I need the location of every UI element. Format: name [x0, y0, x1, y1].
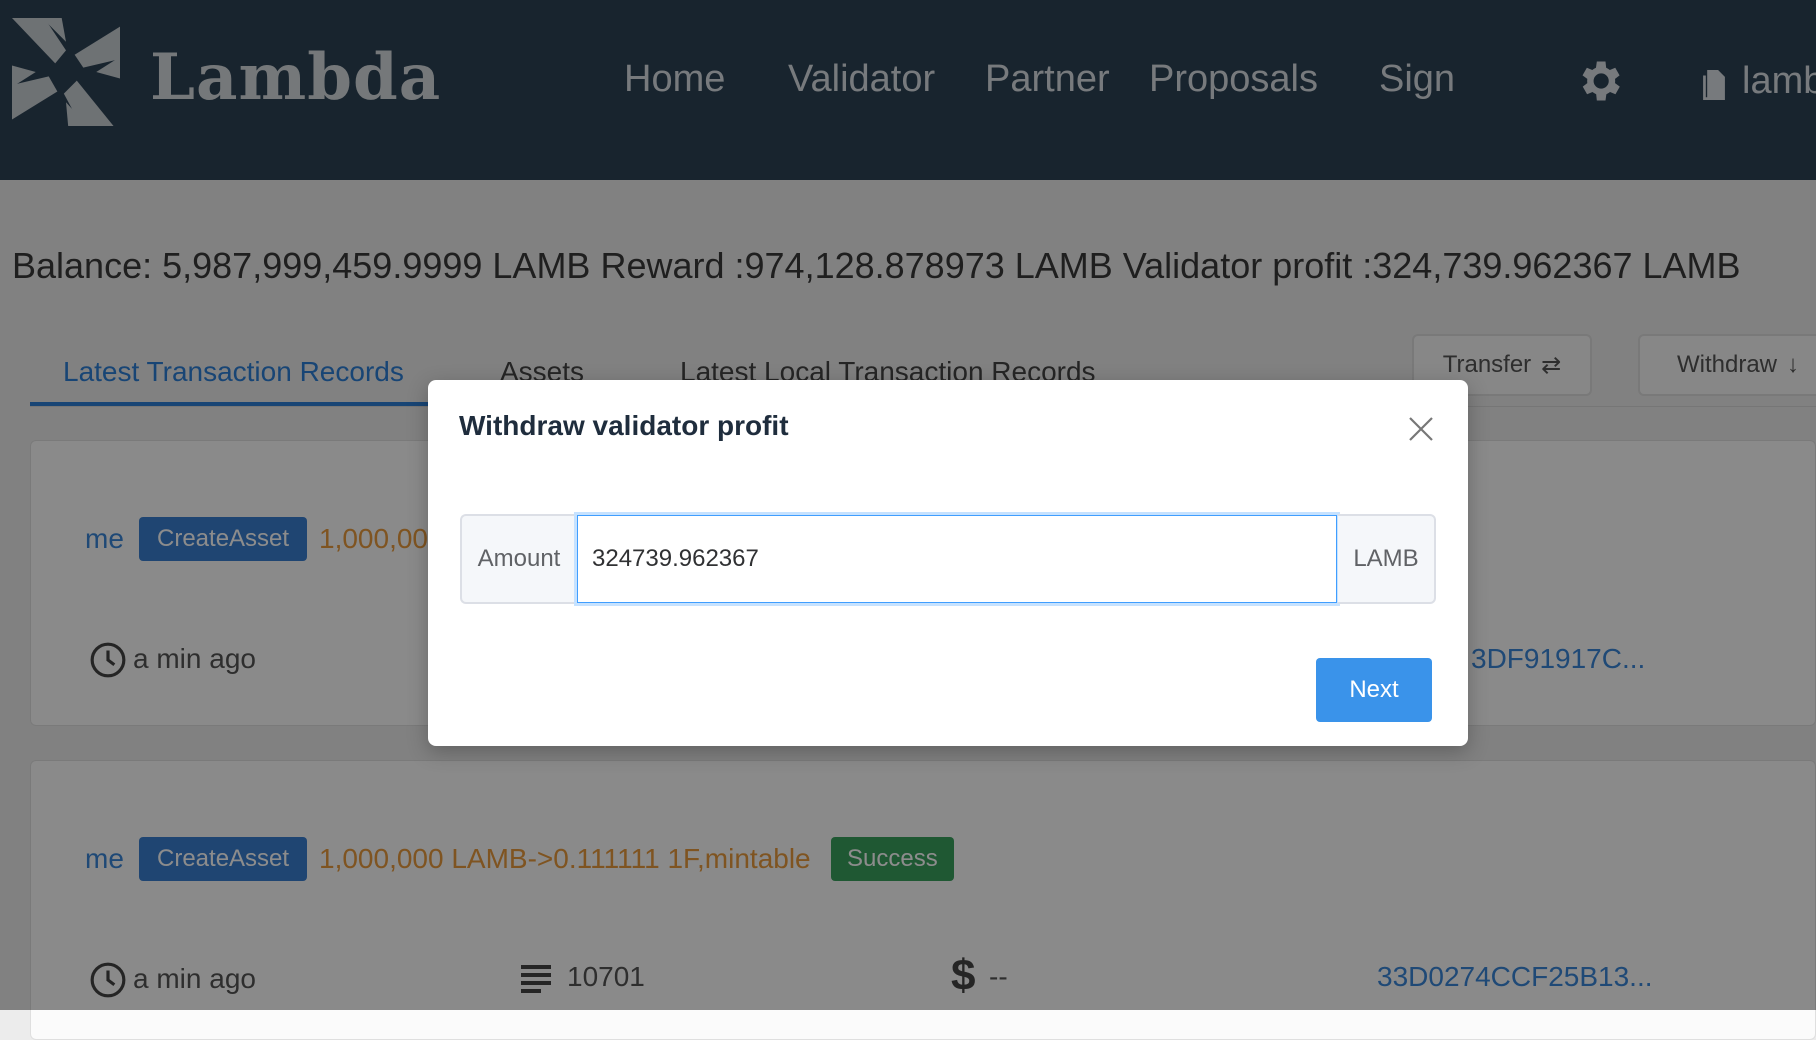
amount-input[interactable] [574, 512, 1340, 606]
withdraw-profit-dialog: Withdraw validator profit Amount LAMB Ne… [428, 380, 1468, 746]
amount-label: Amount [460, 514, 576, 604]
close-icon[interactable] [1406, 414, 1436, 444]
amount-input-group: Amount LAMB [460, 512, 1436, 606]
unit-label: LAMB [1338, 514, 1436, 604]
dialog-title: Withdraw validator profit [459, 410, 789, 441]
next-button[interactable]: Next [1316, 658, 1432, 722]
